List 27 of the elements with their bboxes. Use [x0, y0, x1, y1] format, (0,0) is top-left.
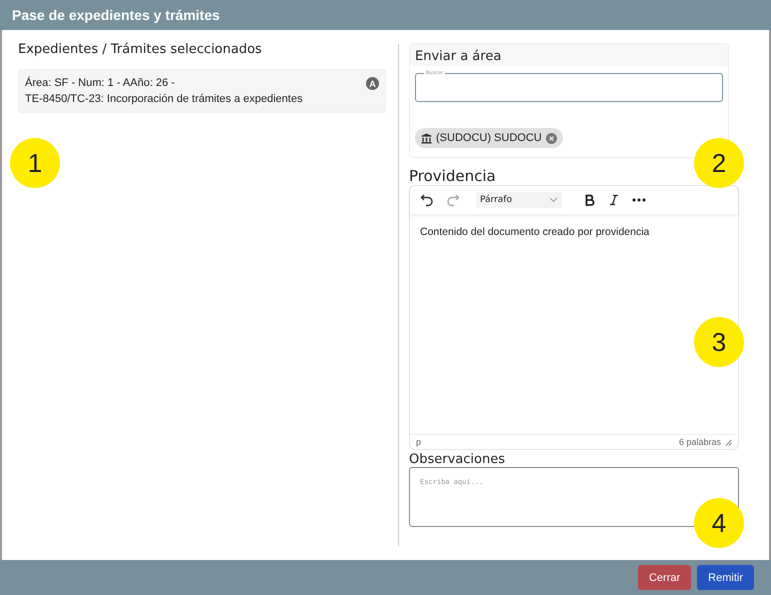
section-heading: Providencia [409, 167, 497, 185]
area-chip[interactable]: (SUDOCU) SUDOCU [415, 128, 563, 148]
number-marker: 1 [10, 138, 60, 188]
remove-icon[interactable] [546, 132, 557, 144]
item-text: Área: SF - Num: 1 - AAño: 26 - [25, 76, 176, 91]
dialog-title: Pase de expedientes y trámites [12, 7, 220, 23]
bank-icon [421, 132, 432, 144]
item-text: TE-8450/TC-23: Incorporación de trámites a expedientes [25, 92, 303, 107]
chevron-down-icon [549, 197, 558, 203]
undo-icon[interactable] [420, 193, 434, 207]
bold-icon[interactable] [584, 194, 596, 206]
word-count: 6 palabras [678, 437, 721, 447]
italic-icon[interactable] [608, 194, 620, 206]
section-heading: Observaciones [409, 452, 506, 467]
more-icon[interactable] [632, 198, 646, 202]
section-heading: Expedientes / Trámites seleccionados [18, 42, 263, 57]
panel-heading: Enviar a área [410, 44, 728, 66]
format-dropdown[interactable]: Párrafo [476, 192, 562, 208]
number-marker: 2 [694, 138, 744, 188]
submit-button[interactable]: Remitir [697, 565, 754, 590]
avatar-badge: A [366, 77, 379, 90]
number-marker: 3 [694, 317, 744, 367]
number-marker: 4 [694, 498, 744, 548]
editor-text[interactable]: Contenido del documento creado por providencia [420, 226, 650, 238]
element-path: p [416, 437, 422, 447]
close-button[interactable]: Cerrar [638, 565, 692, 590]
resize-handle-icon[interactable] [725, 438, 732, 446]
